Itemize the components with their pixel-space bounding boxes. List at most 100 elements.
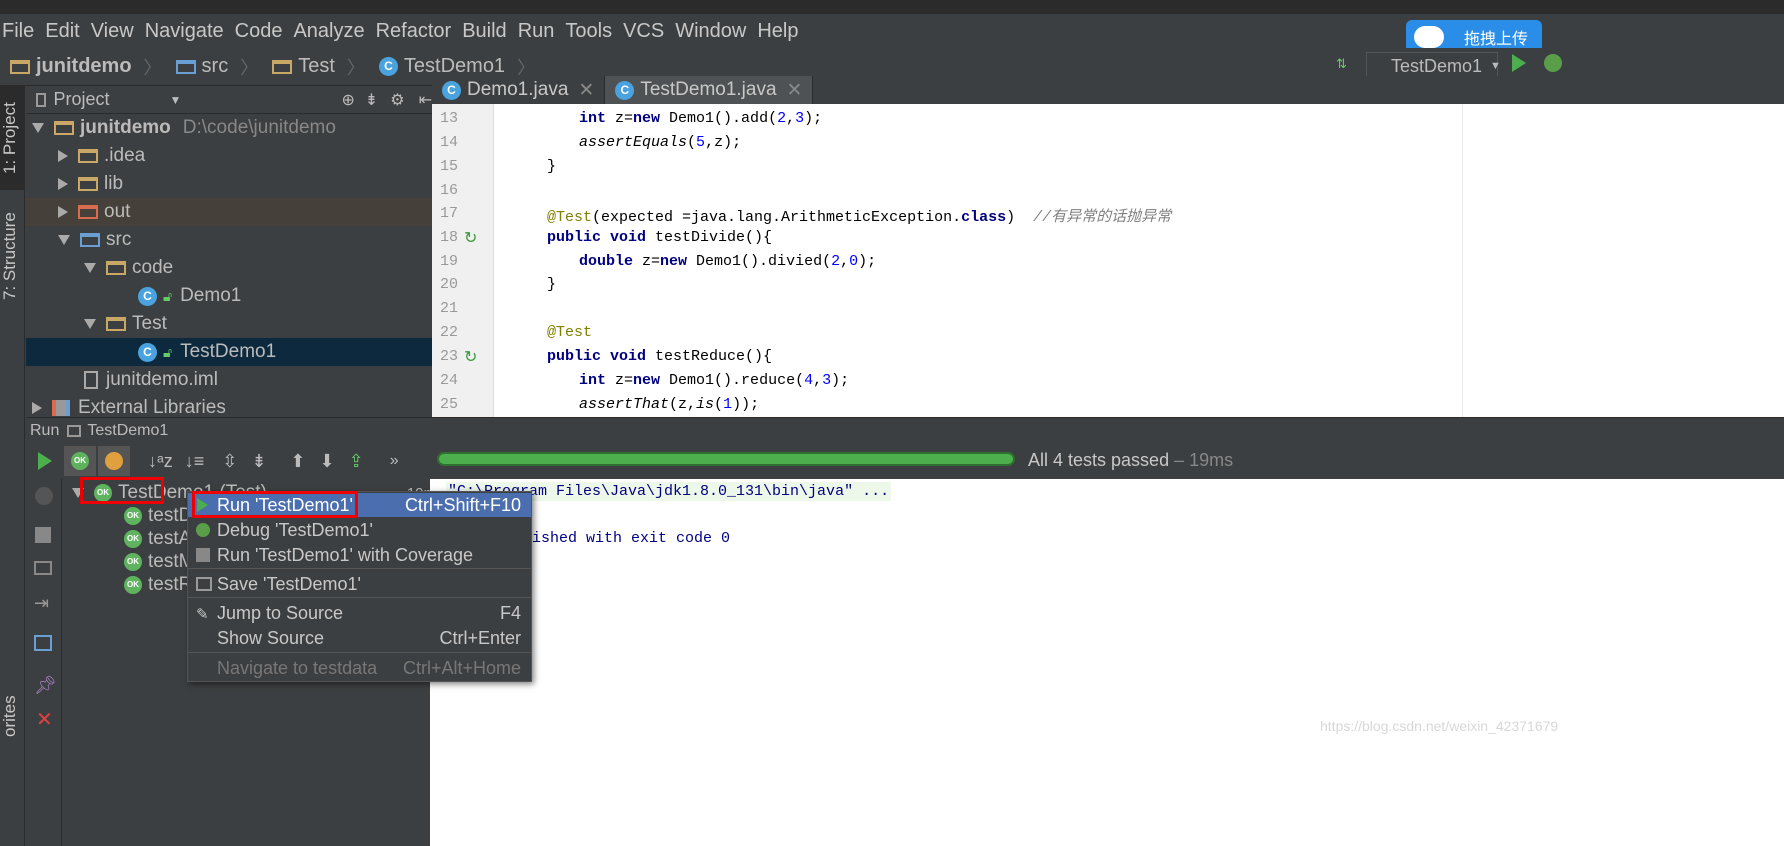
tab-demo1-java[interactable]: C Demo1.java ✕ [432, 76, 606, 104]
code-line-23: public void testReduce(){ [547, 348, 773, 365]
tree-item-junitdemo[interactable]: junitdemo D:\code\junitdemo [32, 114, 336, 142]
close-icon[interactable]: ✕ [787, 79, 803, 102]
arrow-up-icon[interactable]: ⬆ [290, 451, 305, 472]
menu-code[interactable]: Code [235, 20, 283, 43]
run-test-gutter-icon[interactable]: ↻ [464, 228, 477, 248]
upload-button-label: 拖拽上传 [1463, 31, 1528, 48]
debug-icon[interactable] [35, 487, 53, 505]
close-icon[interactable]: ✕ [578, 79, 594, 102]
arrow-down-icon[interactable]: ⬇ [320, 451, 335, 472]
export-icon[interactable]: ⇪ [349, 451, 364, 472]
breadcrumb-src[interactable]: src 〉 [175, 54, 258, 80]
source-folder-icon [175, 59, 196, 74]
more-icon[interactable]: » [390, 452, 399, 470]
menu-tools[interactable]: Tools [565, 20, 612, 43]
menu-item-save[interactable]: Save 'TestDemo1' [188, 572, 531, 596]
menu-item-coverage[interactable]: Run 'TestDemo1' with Coverage [188, 543, 531, 567]
line-number: 13 [440, 110, 459, 127]
chevron-down-icon: ▼ [1490, 60, 1501, 72]
menu-window[interactable]: Window [675, 20, 746, 43]
sort-alpha-icon[interactable]: ↓ᵃz [148, 451, 173, 472]
tree-item-demo1[interactable]: C 🔓︎ Demo1 [138, 282, 241, 310]
debug-icon[interactable] [1544, 54, 1562, 72]
menu-item-show-source[interactable]: Show Source Ctrl+Enter [188, 626, 531, 650]
breadcrumb-test-label: Test [298, 55, 335, 77]
right-margin-guide [1462, 104, 1463, 417]
tree-item-testdemo1[interactable]: C 🔓︎ TestDemo1 [26, 338, 432, 366]
close-icon[interactable]: ✕ [36, 707, 53, 732]
folder-icon [78, 177, 98, 191]
menu-item-jump-to-source[interactable]: ✎ Jump to Source F4 [188, 601, 531, 625]
code-line-14: assertEquals(5,z); [579, 134, 742, 151]
expand-icon[interactable] [84, 319, 96, 329]
collapse-icon[interactable] [58, 206, 68, 218]
hide-icon[interactable]: ⇤ [419, 90, 432, 110]
menu-build[interactable]: Build [462, 20, 506, 43]
layout-icon[interactable] [34, 635, 52, 651]
import-icon[interactable]: ⇥ [34, 593, 49, 614]
project-view-select[interactable]: Project [54, 89, 110, 110]
tree-item-lib[interactable]: lib [58, 170, 123, 198]
menu-navigate[interactable]: Navigate [145, 20, 224, 43]
line-number: 16 [440, 182, 459, 199]
tree-item-test[interactable]: Test [84, 310, 167, 338]
breadcrumb-project[interactable]: junitdemo 〉 [10, 54, 162, 80]
run-test-gutter-icon[interactable]: ↻ [464, 347, 477, 367]
collapse-all-icon[interactable]: ⇟ [365, 90, 378, 110]
collapse-icon[interactable] [32, 402, 42, 414]
code-editor[interactable]: 13 14 15 16 17 18 19 20 21 22 23 24 25 ↻… [432, 104, 1784, 417]
tab-favorites[interactable]: orites [0, 686, 25, 746]
run-panel-config: TestDemo1 [87, 421, 169, 439]
test-item[interactable]: OK testR [124, 571, 192, 599]
context-menu: Run 'TestDemo1' Ctrl+Shift+F10 Debug 'Te… [187, 491, 532, 682]
collapse-all-icon[interactable]: ⇟ [251, 451, 266, 472]
sort-duration-icon[interactable]: ↓≡ [185, 451, 205, 472]
code-line-15: } [547, 158, 557, 175]
tree-label: External Libraries [78, 397, 226, 418]
tree-item-src[interactable]: src [58, 226, 131, 254]
code-line-18: public void testDivide(){ [547, 229, 773, 246]
test-progress-bar [437, 452, 1015, 466]
show-ignored-button[interactable] [98, 446, 130, 476]
tab-project[interactable]: 1: Project [0, 86, 25, 190]
run-icon[interactable] [1512, 54, 1526, 72]
collapse-icon[interactable] [58, 178, 68, 190]
rerun-icon[interactable] [38, 452, 52, 470]
menu-item-debug[interactable]: Debug 'TestDemo1' [188, 518, 531, 542]
menu-edit[interactable]: Edit [45, 20, 79, 43]
tab-testdemo1-java[interactable]: C TestDemo1.java ✕ [605, 76, 814, 104]
sort-icon[interactable]: ⇅ [1336, 56, 1347, 72]
expand-all-icon[interactable]: ⇳ [222, 451, 237, 472]
menu-file[interactable]: File [2, 20, 34, 43]
menu-view[interactable]: View [91, 20, 134, 43]
menu-refactor[interactable]: Refactor [376, 20, 452, 43]
locate-icon[interactable]: ⊕ [341, 90, 354, 110]
tree-item-iml[interactable]: junitdemo.iml [84, 366, 218, 394]
menu-vcs[interactable]: VCS [623, 20, 664, 43]
tree-item-code[interactable]: code [84, 254, 173, 282]
tab-structure[interactable]: 7: Structure [0, 204, 25, 308]
chevron-down-icon[interactable]: ▼ [170, 93, 182, 107]
tree-item-idea[interactable]: .idea [58, 142, 145, 170]
console-line: ished with exit code 0 [532, 530, 731, 547]
show-passed-button[interactable]: OK [64, 446, 96, 476]
collapse-icon[interactable] [58, 150, 68, 162]
source-folder-icon [80, 233, 100, 247]
menu-help[interactable]: Help [757, 20, 798, 43]
expand-icon[interactable] [32, 123, 44, 133]
gear-icon[interactable]: ⚙ [390, 90, 404, 110]
console-output[interactable]: "C:\Program Files\Java\jdk1.8.0_131\bin\… [430, 479, 1784, 846]
tree-item-out[interactable]: out [26, 198, 432, 226]
expand-icon[interactable] [84, 263, 96, 273]
menu-analyze[interactable]: Analyze [293, 20, 364, 43]
class-icon: C [615, 80, 635, 100]
tree-label: lib [104, 173, 124, 194]
ok-icon: OK [124, 553, 142, 571]
breadcrumb-test[interactable]: Test 〉 [272, 54, 365, 80]
stop-icon[interactable] [35, 527, 51, 543]
tree-label: Test [132, 313, 167, 334]
menu-run[interactable]: Run [518, 20, 555, 43]
camera-icon[interactable] [34, 561, 52, 575]
expand-icon[interactable] [58, 235, 70, 245]
pin-icon[interactable]: 📌︎ [34, 675, 57, 696]
